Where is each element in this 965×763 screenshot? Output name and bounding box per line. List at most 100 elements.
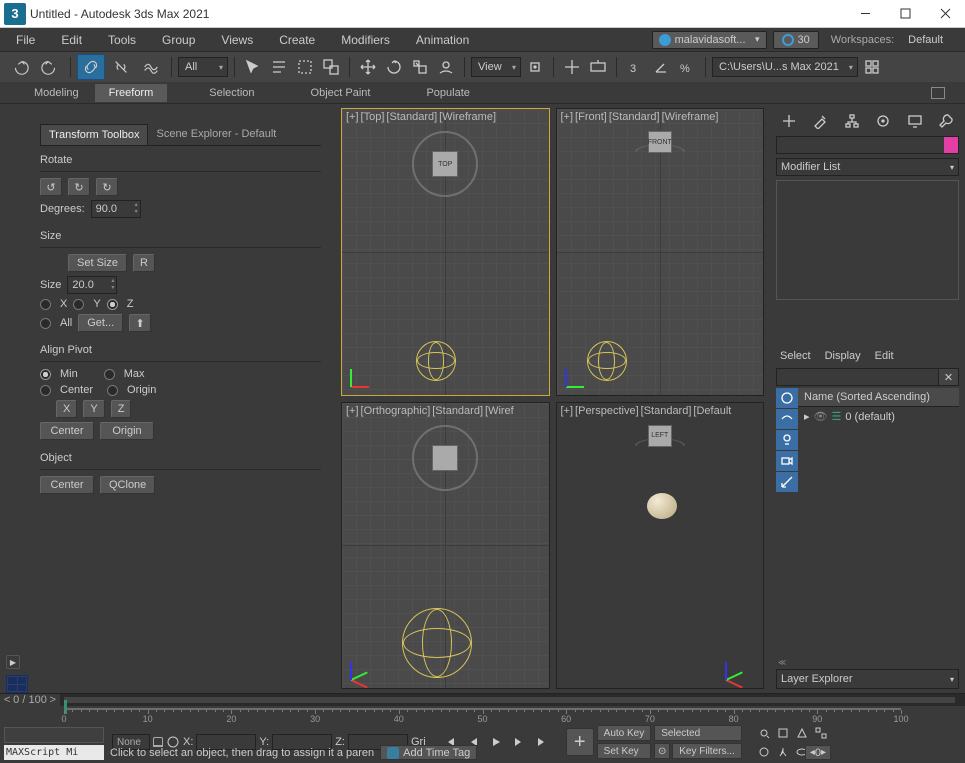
ribbon-populate[interactable]: Populate [412, 84, 483, 102]
nav-pan-button[interactable] [754, 724, 774, 742]
select-rect-button[interactable] [293, 55, 317, 79]
object-color-swatch[interactable] [944, 137, 958, 153]
scene-edit-tab[interactable]: Edit [875, 350, 894, 362]
percent-snap-button[interactable]: % [675, 55, 699, 79]
size-spinner[interactable]: 20.0 [67, 276, 117, 294]
selection-filter-dropdown[interactable]: All [178, 57, 228, 77]
redo-button[interactable] [36, 54, 64, 80]
align-max-radio[interactable] [104, 369, 115, 380]
maxscript-listener[interactable]: MAXScript Mi [4, 745, 104, 760]
autokey-button[interactable]: Auto Key [597, 725, 652, 741]
panel-expand-button[interactable]: ▶ [6, 655, 20, 669]
scene-search-clear[interactable]: ✕ [939, 368, 959, 386]
cmd-utilities-tab[interactable] [933, 110, 959, 132]
close-button[interactable] [925, 0, 965, 28]
setsize-button[interactable]: Set Size [68, 254, 127, 272]
align-origin-radio[interactable] [107, 385, 118, 396]
menu-group[interactable]: Group [150, 30, 207, 50]
scene-filter-shapes-icon[interactable] [776, 409, 798, 429]
rotate-cw-button[interactable]: ↻ [96, 178, 118, 196]
viewcube-top[interactable]: TOP [412, 131, 478, 197]
scene-list-item[interactable]: ▸👁☰ 0 (default) [798, 407, 959, 426]
scene-filter-helpers-icon[interactable] [776, 472, 798, 492]
link-button[interactable] [77, 54, 105, 80]
scene-display-tab[interactable]: Display [825, 350, 861, 362]
pivot-center-button[interactable] [523, 55, 547, 79]
nav-zoom-button[interactable] [773, 724, 793, 742]
user-account-dropdown[interactable]: malavidasoft... [652, 31, 767, 49]
cmd-create-tab[interactable] [776, 110, 802, 132]
scene-search-input[interactable] [776, 368, 939, 386]
select-object-button[interactable] [241, 55, 265, 79]
viewport-perspective[interactable]: [+][Perspective][Standard][Default LEFT [556, 402, 765, 690]
scene-select-tab[interactable]: Select [780, 350, 811, 362]
viewcube-persp[interactable]: LEFT [635, 425, 685, 451]
viewport-front[interactable]: [+][Front][Standard][Wireframe] FRONT [556, 108, 765, 396]
move-button[interactable] [356, 55, 380, 79]
key-target-dropdown[interactable]: Selected [654, 725, 742, 741]
nav-zoomall-button[interactable] [811, 724, 831, 742]
ribbon-collapse-icon[interactable] [931, 87, 945, 99]
r-button[interactable]: R [133, 254, 155, 272]
placement-button[interactable] [434, 55, 458, 79]
snap-button[interactable]: 3 [623, 55, 647, 79]
preview-thumbnail[interactable] [4, 727, 104, 743]
ref-coord-dropdown[interactable]: View [471, 57, 521, 77]
window-crossing-button[interactable] [319, 55, 343, 79]
menu-views[interactable]: Views [209, 30, 265, 50]
rotate-ccw-button[interactable]: ↺ [40, 178, 62, 196]
project-path-dropdown[interactable]: C:\Users\U...s Max 2021 [712, 57, 858, 77]
workspace-dropdown[interactable]: Default [902, 32, 961, 48]
viewport-ortho-label[interactable]: [+][Orthographic][Standard][Wiref [346, 405, 516, 417]
scene-list-header[interactable]: Name (Sorted Ascending) [798, 388, 959, 407]
align-x-button[interactable]: X [56, 400, 77, 418]
menu-modifiers[interactable]: Modifiers [329, 30, 402, 50]
pick-arrow-button[interactable]: ⬆ [129, 314, 151, 332]
project-browse-button[interactable] [860, 55, 884, 79]
align-z-button[interactable]: Z [111, 400, 132, 418]
bind-spacewarp-button[interactable] [137, 54, 165, 80]
align-center-radio[interactable] [40, 385, 51, 396]
scroll-marker-icon[interactable]: ≪ [778, 658, 959, 667]
menu-animation[interactable]: Animation [404, 30, 481, 50]
modifier-stack[interactable] [776, 180, 959, 300]
eye-icon[interactable]: 👁 [814, 410, 828, 423]
viewport-top-label[interactable]: [+][Top][Standard][Wireframe] [346, 111, 498, 123]
cmd-hierarchy-tab[interactable] [839, 110, 865, 132]
minimize-button[interactable] [845, 0, 885, 28]
object-center-button[interactable]: Center [40, 476, 94, 494]
menu-create[interactable]: Create [267, 30, 327, 50]
angle-snap-button[interactable] [649, 55, 673, 79]
time-ruler[interactable]: 0102030405060708090100 [64, 708, 901, 724]
viewport-front-label[interactable]: [+][Front][Standard][Wireframe] [561, 111, 721, 123]
maximize-button[interactable] [885, 0, 925, 28]
viewport-top[interactable]: [+][Top][Standard][Wireframe] TOP [341, 108, 550, 396]
align-origin-button[interactable]: Origin [100, 422, 154, 440]
size-y-radio[interactable] [73, 299, 84, 310]
viewport-persp-label[interactable]: [+][Perspective][Standard][Default [561, 405, 734, 417]
viewport-layout-button[interactable] [6, 675, 28, 693]
ribbon-modeling[interactable]: Modeling [20, 84, 93, 102]
nav-fov-button[interactable] [792, 724, 812, 742]
manipulate-button[interactable] [560, 55, 584, 79]
time-slider[interactable]: <0 / 100> [0, 694, 965, 706]
scene-filter-geom-icon[interactable] [776, 388, 798, 408]
keyboard-shortcut-button[interactable] [586, 55, 610, 79]
cmd-display-tab[interactable] [902, 110, 928, 132]
menu-file[interactable]: File [4, 30, 47, 50]
align-min-radio[interactable] [40, 369, 51, 380]
panel-tab-transform[interactable]: Transform Toolbox [40, 124, 148, 145]
cmd-motion-tab[interactable] [870, 110, 896, 132]
unlink-button[interactable] [107, 54, 135, 80]
scale-button[interactable] [408, 55, 432, 79]
undo-button[interactable] [6, 54, 34, 80]
viewport-ortho[interactable]: [+][Orthographic][Standard][Wiref [341, 402, 550, 690]
rotate-180-button[interactable]: ↻ [68, 178, 90, 196]
get-button[interactable]: Get... [78, 314, 123, 332]
layer-explorer-dropdown[interactable]: Layer Explorer [776, 669, 959, 689]
viewcube-front[interactable]: FRONT [635, 131, 685, 157]
select-by-name-button[interactable] [267, 55, 291, 79]
modifier-list-dropdown[interactable]: Modifier List [776, 158, 959, 176]
size-z-radio[interactable] [107, 299, 118, 310]
cmd-modify-tab[interactable] [807, 110, 833, 132]
